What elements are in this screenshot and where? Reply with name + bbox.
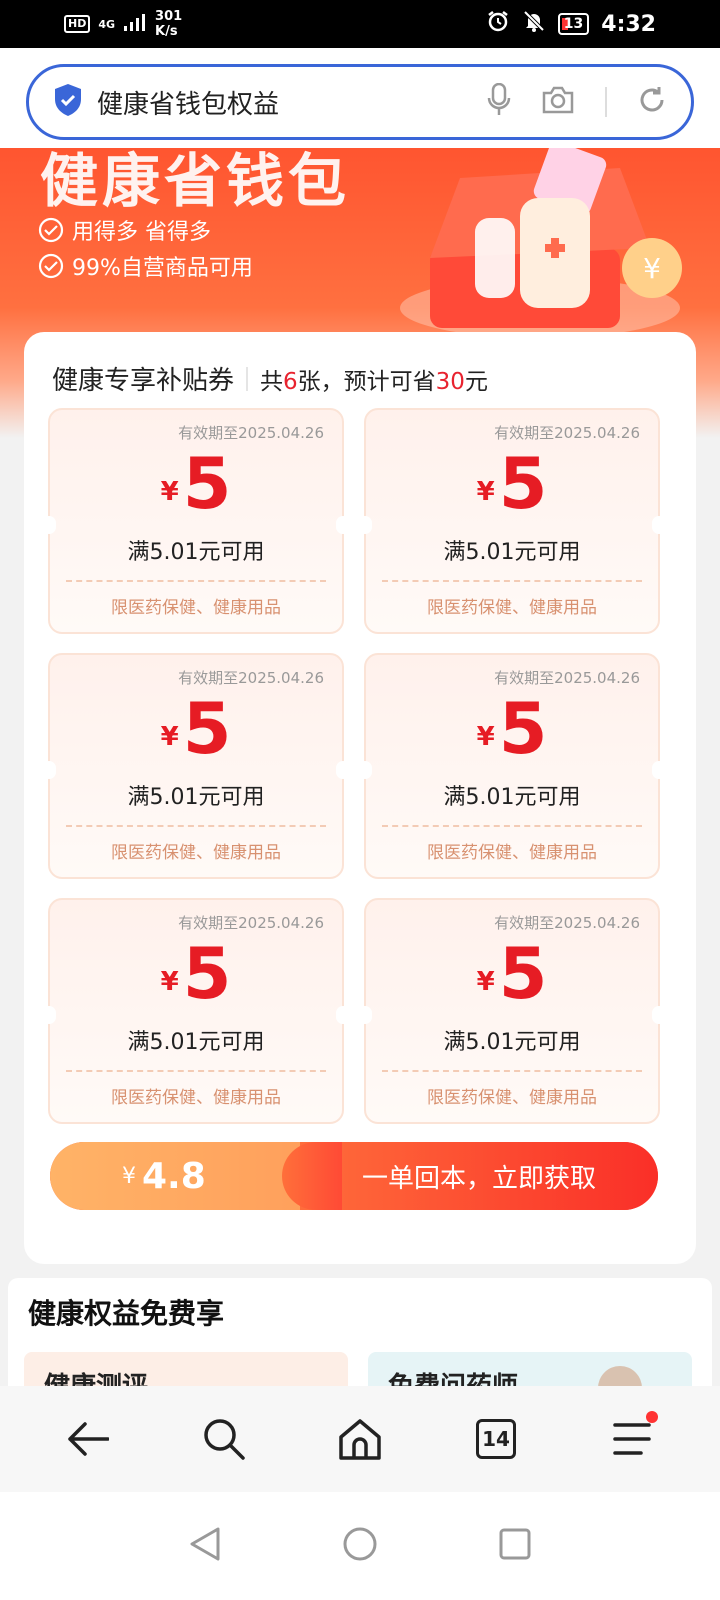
network-speed: 301 K/s — [155, 9, 183, 39]
system-nav-bar — [0, 1492, 720, 1600]
benefits-section: 健康权益免费享 健康测评 免费问药师 — [8, 1278, 712, 1398]
back-button[interactable] — [58, 1409, 118, 1469]
coupon-item[interactable]: 有效期至2025.04.26 ¥5 满5.01元可用 限医药保健、健康用品 — [42, 898, 350, 1124]
coupon-section-header: 健康专享补贴券 共6张，预计可省30元 — [52, 360, 488, 397]
coupon-item[interactable]: 有效期至2025.04.26 ¥5 满5.01元可用 限医药保健、健康用品 — [42, 408, 350, 634]
tabs-button[interactable]: 14 — [466, 1409, 526, 1469]
banner-title: 健康省钱包 — [40, 148, 351, 215]
notification-dot — [646, 1411, 658, 1423]
banner-point: 99%自营商品可用 — [38, 250, 253, 282]
menu-button[interactable] — [602, 1409, 662, 1469]
coupon-item[interactable]: 有效期至2025.04.26 ¥5 满5.01元可用 限医药保健、健康用品 — [42, 653, 350, 879]
check-circle-icon — [38, 253, 64, 279]
signal-icon — [123, 13, 147, 35]
cta-label: 一单回本，立即获取 — [300, 1142, 658, 1210]
coupon-item[interactable]: 有效期至2025.04.26 ¥5 满5.01元可用 限医药保健、健康用品 — [358, 898, 666, 1124]
search-area: 健康省钱包权益 — [0, 48, 720, 148]
coupon-section: 健康专享补贴券 共6张，预计可省30元 有效期至2025.04.26 ¥5 满5… — [24, 332, 696, 1264]
cta-price: ¥4.8 — [50, 1142, 300, 1210]
coupon-summary: 共6张，预计可省30元 — [260, 368, 488, 395]
search-divider — [605, 87, 607, 117]
search-input[interactable]: 健康省钱包权益 — [26, 64, 694, 140]
status-bar: HD 4G 301 K/s 13 4:32 — [0, 0, 720, 48]
coupon-item[interactable]: 有效期至2025.04.26 ¥5 满5.01元可用 限医药保健、健康用品 — [358, 408, 666, 634]
home-icon — [339, 1419, 381, 1460]
system-back-icon[interactable] — [188, 1526, 222, 1566]
banner-point: 用得多 省得多 — [38, 214, 211, 246]
system-recents-icon[interactable] — [498, 1527, 532, 1565]
browser-bottom-nav: 14 — [0, 1386, 720, 1492]
benefits-title: 健康权益免费享 — [28, 1297, 225, 1330]
shield-icon — [53, 83, 83, 121]
mute-icon — [522, 9, 546, 39]
tabs-icon: 14 — [476, 1419, 516, 1459]
svg-text:¥: ¥ — [643, 252, 661, 285]
search-query: 健康省钱包权益 — [97, 89, 280, 120]
coupon-section-title: 健康专享补贴券 — [52, 366, 235, 396]
check-circle-icon — [38, 217, 64, 243]
menu-icon — [613, 1423, 651, 1455]
header-divider — [246, 366, 249, 391]
home-button[interactable] — [330, 1409, 390, 1469]
cta-divider-shape — [282, 1142, 342, 1210]
refresh-icon[interactable] — [637, 85, 667, 119]
search-button[interactable] — [194, 1409, 254, 1469]
clock: 4:32 — [601, 11, 656, 37]
back-icon — [68, 1422, 109, 1456]
search-icon — [204, 1419, 245, 1460]
battery-icon: 13 — [557, 13, 590, 35]
network-type: 4G — [98, 17, 116, 31]
system-home-icon[interactable] — [342, 1526, 378, 1566]
hd-badge: HD — [64, 15, 91, 33]
camera-icon[interactable] — [541, 85, 575, 119]
get-now-button[interactable]: ¥4.8 一单回本，立即获取 — [50, 1142, 658, 1210]
alarm-icon — [486, 9, 510, 39]
mic-icon[interactable] — [487, 82, 511, 121]
coupon-item[interactable]: 有效期至2025.04.26 ¥5 满5.01元可用 限医药保健、健康用品 — [358, 653, 666, 879]
gift-box-illustration: ¥ — [400, 148, 682, 338]
